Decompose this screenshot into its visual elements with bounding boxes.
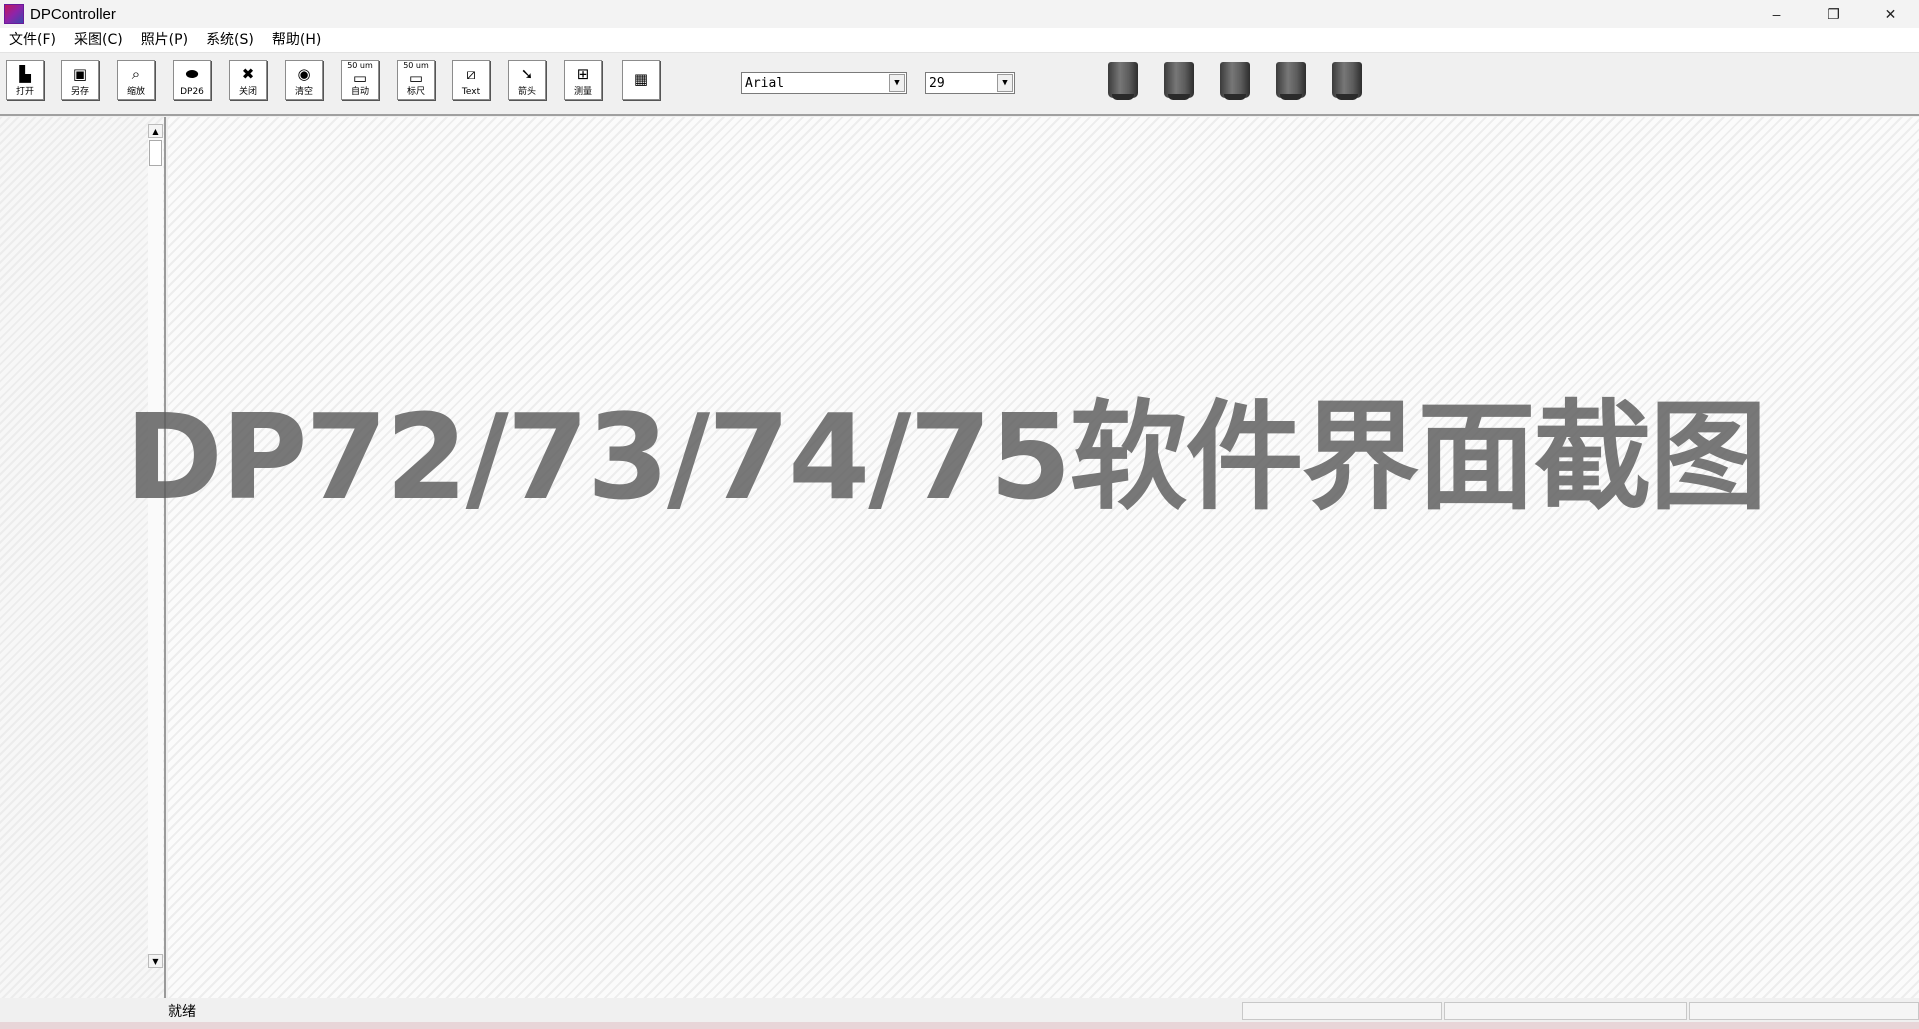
image-canvas[interactable]: [168, 117, 1919, 998]
status-bar: 就绪: [0, 998, 1919, 1022]
objective-3-icon[interactable]: [1220, 62, 1250, 100]
objective-5-icon[interactable]: [1332, 62, 1362, 100]
text-button[interactable]: ⧄ Text: [452, 60, 490, 100]
restore-button[interactable]: ❐: [1805, 0, 1862, 28]
font-dropdown-arrow-icon[interactable]: ▼: [889, 74, 905, 92]
open-button[interactable]: ▙ 打开: [6, 60, 44, 100]
text-icon: ⧄: [466, 64, 476, 83]
measure-icon: ⊞: [576, 64, 590, 83]
save-as-button[interactable]: ▣ 另存: [61, 60, 99, 100]
save-icon: ▣: [72, 64, 88, 83]
menu-system[interactable]: 系统(S): [197, 28, 263, 53]
menu-bar: 文件(F) 采图(C) 照片(P) 系统(S) 帮助(H): [0, 28, 1919, 53]
scroll-up-icon[interactable]: ▲: [148, 124, 163, 138]
close-window-button[interactable]: ✕: [1862, 0, 1919, 28]
arrow-icon: ➘: [520, 64, 534, 83]
taskbar-edge: [0, 1022, 1919, 1029]
status-pane-1: [1242, 1002, 1442, 1020]
scale-bar-button[interactable]: 50 um ▭ 标尺: [397, 60, 435, 100]
window-title: DPController: [30, 5, 116, 23]
toolbar: ▙ 打开 ▣ 另存 ⌕ 缩放 ⬬ DP26 ✖ 关闭 ◉ 清空 50 um ▭ …: [0, 54, 1919, 116]
size-dropdown-arrow-icon[interactable]: ▼: [997, 74, 1013, 92]
clear-button[interactable]: ◉ 清空: [285, 60, 323, 100]
font-select[interactable]: Arial ▼: [741, 72, 907, 94]
thumbnail-scrollbar[interactable]: ▲ ▼: [148, 124, 163, 968]
window-controls: – ❐ ✕: [1748, 0, 1919, 28]
menu-capture[interactable]: 采图(C): [65, 28, 132, 53]
clear-icon: ◉: [297, 64, 311, 83]
title-bar: DPController – ❐ ✕: [0, 0, 1919, 28]
auto-scale-icon: ▭: [352, 69, 368, 87]
objective-4-icon[interactable]: [1276, 62, 1306, 100]
scroll-down-icon[interactable]: ▼: [148, 954, 163, 968]
camera-icon: ⬬: [185, 64, 199, 83]
objective-1-icon[interactable]: [1108, 62, 1138, 100]
status-text: 就绪: [168, 1004, 196, 1020]
status-pane-3: [1689, 1002, 1919, 1020]
auto-scale-button[interactable]: 50 um ▭ 自动: [341, 60, 379, 100]
watermark-text: DP72/73/74/75软件界面截图: [125, 388, 1768, 526]
zoom-icon: ⌕: [131, 64, 141, 83]
close-image-button[interactable]: ✖ 关闭: [229, 60, 267, 100]
scale-bar-icon: ▭: [408, 69, 424, 87]
measure-button[interactable]: ⊞ 测量: [564, 60, 602, 100]
thumbnail-panel: [0, 117, 166, 1005]
dp26-button[interactable]: ⬬ DP26: [173, 60, 211, 100]
menu-help[interactable]: 帮助(H): [263, 28, 330, 53]
zoom-button[interactable]: ⌕ 缩放: [117, 60, 155, 100]
open-icon: ▙: [19, 64, 31, 83]
arrow-button[interactable]: ➘ 箭头: [508, 60, 546, 100]
font-size-select[interactable]: 29 ▼: [925, 72, 1015, 94]
close-icon: ✖: [241, 64, 255, 83]
menu-photo[interactable]: 照片(P): [132, 28, 197, 53]
objective-2-icon[interactable]: [1164, 62, 1194, 100]
layout-button[interactable]: ▦: [622, 60, 660, 100]
minimize-button[interactable]: –: [1748, 0, 1805, 28]
menu-file[interactable]: 文件(F): [0, 28, 65, 53]
layout-icon: ▦: [633, 69, 649, 88]
status-pane-2: [1444, 1002, 1687, 1020]
scroll-thumb[interactable]: [149, 140, 162, 166]
app-icon: [4, 4, 24, 24]
